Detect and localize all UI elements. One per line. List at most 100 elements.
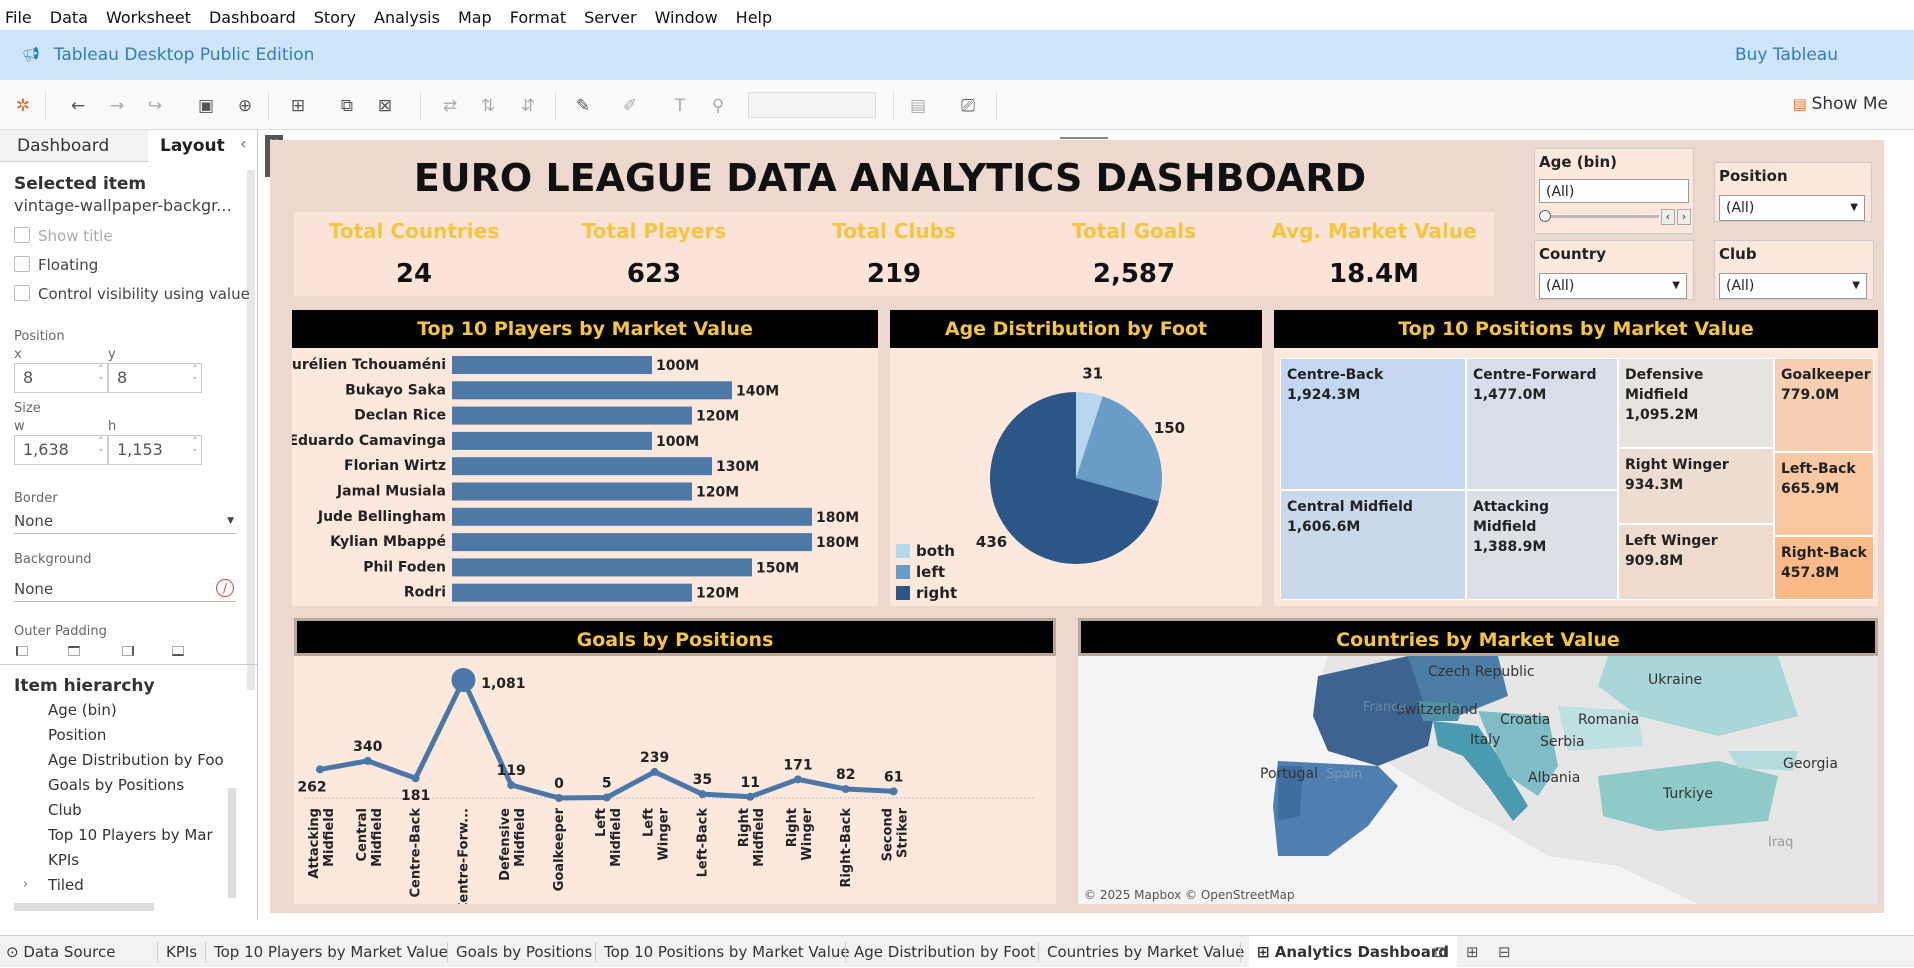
menu-help[interactable]: Help — [736, 8, 772, 27]
undo-icon[interactable]: ← — [68, 96, 88, 116]
club-filter-dropdown[interactable]: (All) ▼ — [1719, 273, 1867, 299]
previous-icon[interactable]: ‹ — [1661, 209, 1675, 225]
tab-top10-positions[interactable]: Top 10 Positions by Market Value — [604, 936, 850, 968]
swap-icon[interactable]: ⇄ — [440, 96, 460, 116]
treemap-cell-left-winger[interactable]: Left Winger 909.8M — [1618, 524, 1774, 600]
hierarchy-item-kpis[interactable]: ⊞KPIs — [48, 851, 230, 869]
presentation-icon[interactable]: ⎚ — [958, 96, 978, 116]
floating-checkbox[interactable] — [14, 256, 30, 272]
width-input[interactable]: 1,638 — [14, 435, 108, 465]
menu-file[interactable]: File — [5, 8, 32, 27]
hierarchy-vscrollbar[interactable] — [228, 788, 236, 898]
menu-format[interactable]: Format — [510, 8, 566, 27]
tab-kpis[interactable]: KPIs — [166, 936, 197, 968]
tab-layout[interactable]: Layout — [160, 130, 225, 162]
bar-4 — [452, 457, 712, 476]
new-datasource-icon[interactable]: ⊕ — [235, 96, 255, 116]
pie-value-label: 31 — [1082, 364, 1103, 382]
pin-icon[interactable]: ⚲ — [708, 96, 728, 116]
hierarchy-item-club[interactable]: ⊽Club — [48, 801, 230, 819]
treemap-cell-defensive-midfield[interactable]: Defensive Midfield 1,095.2M — [1618, 358, 1774, 448]
new-datasource-tab-icon[interactable]: ⊡ — [1434, 936, 1447, 968]
x-position-input[interactable]: 8 — [14, 363, 108, 393]
redo-icon[interactable]: → — [107, 96, 127, 116]
treemap-cell-goalkeeper[interactable]: Goalkeeper 779.0M — [1774, 358, 1874, 452]
hierarchy-item-tiled[interactable]: ⊟Tiled — [48, 876, 230, 894]
new-dashboard-tab-icon[interactable]: ⊞ — [1466, 936, 1479, 968]
menu-data[interactable]: Data — [50, 8, 88, 27]
menu-worksheet[interactable]: Worksheet — [106, 8, 191, 27]
country-filter: Country (All) ▼ — [1534, 240, 1694, 300]
tableau-logo-icon[interactable]: ✲ — [13, 96, 33, 116]
show-title-checkbox[interactable] — [14, 227, 30, 243]
tab-goals-by-positions[interactable]: Goals by Positions — [456, 936, 592, 968]
height-input[interactable]: 1,153 — [108, 435, 202, 465]
tab-dashboard[interactable]: Dashboard — [17, 130, 109, 162]
menu-analysis[interactable]: Analysis — [374, 8, 440, 27]
hierarchy-item-goals-by-positions[interactable]: ⊞Goals by Positions — [48, 776, 230, 794]
padding-left-icon[interactable] — [16, 646, 28, 656]
control-visibility-checkbox[interactable] — [14, 285, 30, 301]
new-worksheet-icon[interactable]: ⊞ — [288, 96, 308, 116]
goals-line-chart[interactable]: 262AttackingMidfield340CentralMidfield18… — [294, 656, 1056, 904]
hierarchy-item-age-bin[interactable]: ⊽Age (bin) — [48, 701, 230, 719]
hierarchy-scrollbar[interactable] — [14, 903, 154, 911]
highlight-icon[interactable]: ✎ — [573, 96, 593, 116]
hierarchy-item-top10-players[interactable]: ⊞Top 10 Players by Mar — [48, 826, 230, 844]
treemap-cell-left-back[interactable]: Left-Back 665.9M — [1774, 452, 1874, 536]
countries-map[interactable]: Czech Republic Ukraine Switzerland Croat… — [1078, 656, 1878, 904]
show-me-button[interactable]: ▤ Show Me — [1793, 94, 1888, 114]
menu-story[interactable]: Story — [314, 8, 356, 27]
tab-data-source[interactable]: ⊙ Data Source — [6, 936, 115, 968]
y-position-input[interactable]: 8 — [108, 363, 202, 393]
replay-icon[interactable]: ↪ — [145, 96, 165, 116]
treemap-cell-central-midfield[interactable]: Central Midfield 1,606.6M — [1280, 490, 1466, 600]
next-icon[interactable]: › — [1677, 209, 1691, 225]
save-icon[interactable]: ▣ — [196, 96, 216, 116]
tab-analytics-dashboard[interactable]: ⊞ Analytics Dashboard — [1249, 936, 1457, 968]
hierarchy-item-age-distribution[interactable]: ⊞Age Distribution by Foo — [48, 751, 230, 769]
treemap-cell-centre-back[interactable]: Centre-Back 1,924.3M — [1280, 358, 1466, 490]
treemap-cell-centre-forward[interactable]: Centre-Forward 1,477.0M — [1466, 358, 1618, 490]
label-icon[interactable]: T — [670, 96, 690, 116]
position-filter-dropdown[interactable]: (All) ▼ — [1719, 195, 1865, 221]
menu-dashboard[interactable]: Dashboard — [209, 8, 296, 27]
padding-right-icon[interactable] — [122, 646, 134, 656]
group-icon[interactable]: ✐ — [620, 96, 640, 116]
collapse-panel-icon[interactable]: ‹ — [240, 134, 246, 153]
sort-ascending-icon[interactable]: ⇅ — [478, 96, 498, 116]
sort-descending-icon[interactable]: ⇵ — [518, 96, 538, 116]
new-story-tab-icon[interactable]: ⊟ — [1498, 936, 1511, 968]
buy-tableau-link[interactable]: Buy Tableau — [1735, 45, 1838, 65]
country-filter-title: Country — [1539, 245, 1607, 263]
show-cards-icon[interactable]: ▤ — [908, 96, 928, 116]
expand-tiled-icon[interactable]: › — [23, 877, 28, 892]
menu-map[interactable]: Map — [458, 8, 492, 27]
age-filter-input[interactable]: (All) — [1539, 179, 1689, 203]
duplicate-sheet-icon[interactable]: ⧉ — [337, 96, 357, 116]
top-players-bar-chart[interactable]: Aurélien Tchouaméni 100M Bukayo Saka 140M De… — [292, 348, 878, 606]
clear-sheet-icon[interactable]: ⊠ — [375, 96, 395, 116]
treemap-cell-right-back[interactable]: Right-Back 457.8M — [1774, 536, 1874, 600]
tab-age-distribution[interactable]: Age Distribution by Foot — [854, 936, 1036, 968]
fit-dropdown[interactable] — [748, 92, 876, 118]
age-range-slider[interactable] — [1541, 215, 1659, 218]
background-dropdown[interactable]: None / — [14, 576, 236, 602]
foot-pie-chart[interactable]: 31 150 436 both left right — [890, 348, 1262, 606]
country-filter-dropdown[interactable]: (All) ▼ — [1539, 273, 1687, 299]
bar-value-label: 100M — [656, 358, 699, 374]
padding-top-icon[interactable] — [68, 646, 80, 656]
chevron-down-icon: ▼ — [1852, 280, 1860, 291]
chevron-down-icon: ▼ — [227, 516, 234, 526]
tab-countries-map[interactable]: Countries by Market Value — [1047, 936, 1244, 968]
slider-handle[interactable] — [1539, 210, 1551, 222]
panel-scrollbar[interactable] — [247, 170, 255, 690]
padding-bottom-icon[interactable] — [172, 646, 184, 656]
treemap-cell-right-winger[interactable]: Right Winger 934.3M — [1618, 448, 1774, 524]
menu-window[interactable]: Window — [655, 8, 718, 27]
border-dropdown[interactable]: None ▼ — [14, 508, 236, 534]
tab-top10-players[interactable]: Top 10 Players by Market Value — [214, 936, 448, 968]
hierarchy-item-position[interactable]: ⊽Position — [48, 726, 230, 744]
treemap-cell-attacking-midfield[interactable]: Attacking Midfield 1,388.9M — [1466, 490, 1618, 600]
menu-server[interactable]: Server — [584, 8, 636, 27]
